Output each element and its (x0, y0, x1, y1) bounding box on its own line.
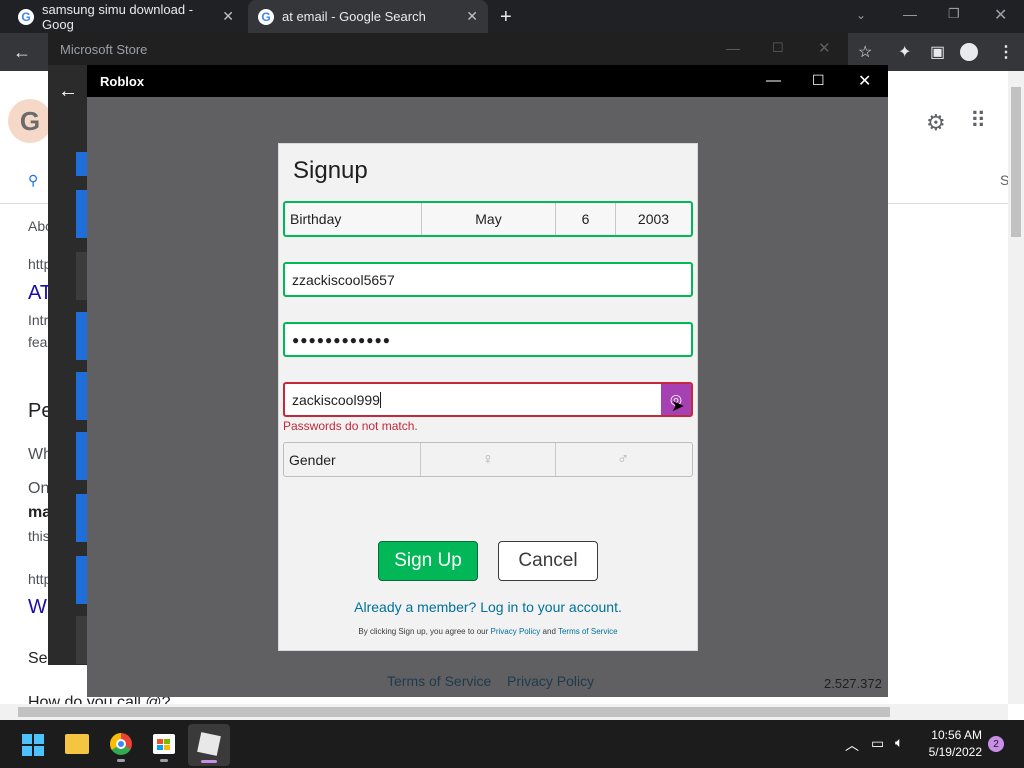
apps-grid-icon[interactable]: ⠿ (970, 108, 986, 134)
search-icon: ⚲ (28, 172, 39, 188)
google-logo: G (8, 99, 52, 143)
snippet: fea (28, 334, 48, 350)
password-error: Passwords do not match. (283, 419, 418, 433)
close-window-icon[interactable]: ✕ (994, 5, 1007, 25)
legal-text: By clicking Sign up, you agree to our Pr… (278, 627, 698, 636)
close-tab-icon[interactable]: ✕ (222, 8, 234, 25)
restore-icon[interactable]: ❐ (948, 6, 960, 22)
minimize-icon[interactable]: — (903, 6, 917, 22)
tab-title: at email - Google Search (282, 9, 426, 24)
chrome-taskbar-icon[interactable] (110, 733, 132, 755)
birthday-year-select[interactable]: 2003 (615, 203, 691, 235)
tab-title: samsung simu download - Goog (42, 1, 194, 32)
clock-time[interactable]: 10:56 AM (920, 728, 982, 742)
birthday-label: Birthday (290, 211, 342, 227)
legal-prefix: By clicking Sign up, you agree to our (358, 627, 489, 636)
text-cursor (379, 391, 381, 408)
confirm-password-field[interactable]: zackiscool999 ◎ (283, 382, 693, 417)
new-tab-button[interactable]: + (500, 6, 512, 29)
maximize-icon[interactable]: ☐ (812, 72, 825, 89)
gender-female-icon[interactable]: ♀ (420, 443, 555, 476)
chrome-menu-icon[interactable]: ⋮ (998, 42, 1014, 62)
horizontal-scrollbar[interactable] (0, 704, 1008, 720)
password-value: ●●●●●●●●●●●● (292, 332, 391, 347)
username-value: zzackiscool5657 (292, 271, 395, 288)
gender-male-icon[interactable]: ♂ (555, 443, 690, 476)
back-arrow-icon[interactable]: ← (13, 42, 31, 63)
star-icon[interactable]: ☆ (858, 42, 872, 62)
file-explorer-icon[interactable] (65, 734, 89, 754)
tab-at-email[interactable]: G at email - Google Search ✕ (248, 0, 488, 33)
close-tab-icon[interactable]: ✕ (466, 8, 478, 25)
google-favicon-icon: G (258, 8, 274, 25)
snippet: Intr (28, 312, 49, 328)
password-field[interactable]: ●●●●●●●●●●●● (283, 322, 693, 357)
profile-avatar-icon[interactable] (960, 43, 978, 61)
tab-search-icon[interactable]: ⌄ (856, 8, 866, 22)
terms-link[interactable]: Terms of Service (558, 627, 618, 636)
result-link[interactable]: W (28, 596, 47, 619)
back-arrow-icon[interactable]: ← (58, 80, 78, 103)
login-link[interactable]: Already a member? Log in to your account… (278, 599, 698, 615)
snippet: On (28, 480, 50, 497)
gender-label: Gender (289, 451, 336, 468)
chevron-up-icon[interactable]: ︿ (845, 735, 859, 755)
running-indicator (117, 759, 125, 762)
signup-heading: Signup (293, 157, 368, 184)
gender-selector: Gender ♀ ♂ (283, 442, 693, 477)
signup-button[interactable]: Sign Up (378, 541, 478, 581)
window-title: Roblox (100, 73, 145, 89)
birthday-selector: Birthday May 6 2003 (283, 201, 693, 237)
snippet: this (28, 528, 50, 544)
footer-privacy-link[interactable]: Privacy Policy (507, 673, 594, 689)
microsoft-store-icon[interactable] (153, 734, 175, 754)
volume-icon[interactable]: 🔈︎ (895, 734, 903, 751)
close-icon[interactable]: ✕ (818, 39, 831, 57)
cancel-button[interactable]: Cancel (498, 541, 598, 581)
notification-badge[interactable]: 2 (988, 736, 1004, 752)
vertical-scrollbar[interactable] (1008, 71, 1024, 704)
clock-date[interactable]: 5/19/2022 (920, 745, 982, 759)
window-title: Microsoft Store (60, 41, 148, 57)
maximize-icon[interactable]: ☐ (772, 40, 784, 56)
privacy-policy-link[interactable]: Privacy Policy (491, 627, 541, 636)
network-icon[interactable]: ▭ (871, 735, 884, 752)
minimize-icon[interactable]: — (726, 40, 740, 56)
roblox-icon (197, 732, 221, 756)
running-indicator (160, 759, 168, 762)
google-favicon-icon: G (18, 8, 34, 25)
tab-samsung[interactable]: G samsung simu download - Goog ✕ (8, 0, 244, 33)
legal-and: and (542, 627, 556, 636)
footer-terms-link[interactable]: Terms of Service (387, 673, 491, 689)
version-label: 2.527.372 (824, 676, 882, 691)
username-field[interactable]: zzackiscool5657 (283, 262, 693, 297)
minimize-icon[interactable]: — (766, 72, 781, 89)
birthday-month-select[interactable]: May (421, 203, 555, 235)
mouse-pointer-icon: ➤ (671, 398, 685, 415)
side-panel-icon[interactable]: ▣ (930, 42, 945, 62)
start-windows-icon[interactable] (22, 734, 44, 756)
roblox-taskbar-button[interactable] (188, 724, 230, 766)
confirm-password-value: zackiscool999 (292, 391, 380, 408)
snippet: Se (28, 650, 48, 667)
active-indicator (201, 760, 217, 763)
extensions-icon[interactable]: ✦ (898, 42, 911, 62)
settings-gear-icon[interactable]: ⚙ (926, 110, 946, 136)
birthday-day-select[interactable]: 6 (555, 203, 615, 235)
close-icon[interactable]: ✕ (858, 71, 871, 91)
